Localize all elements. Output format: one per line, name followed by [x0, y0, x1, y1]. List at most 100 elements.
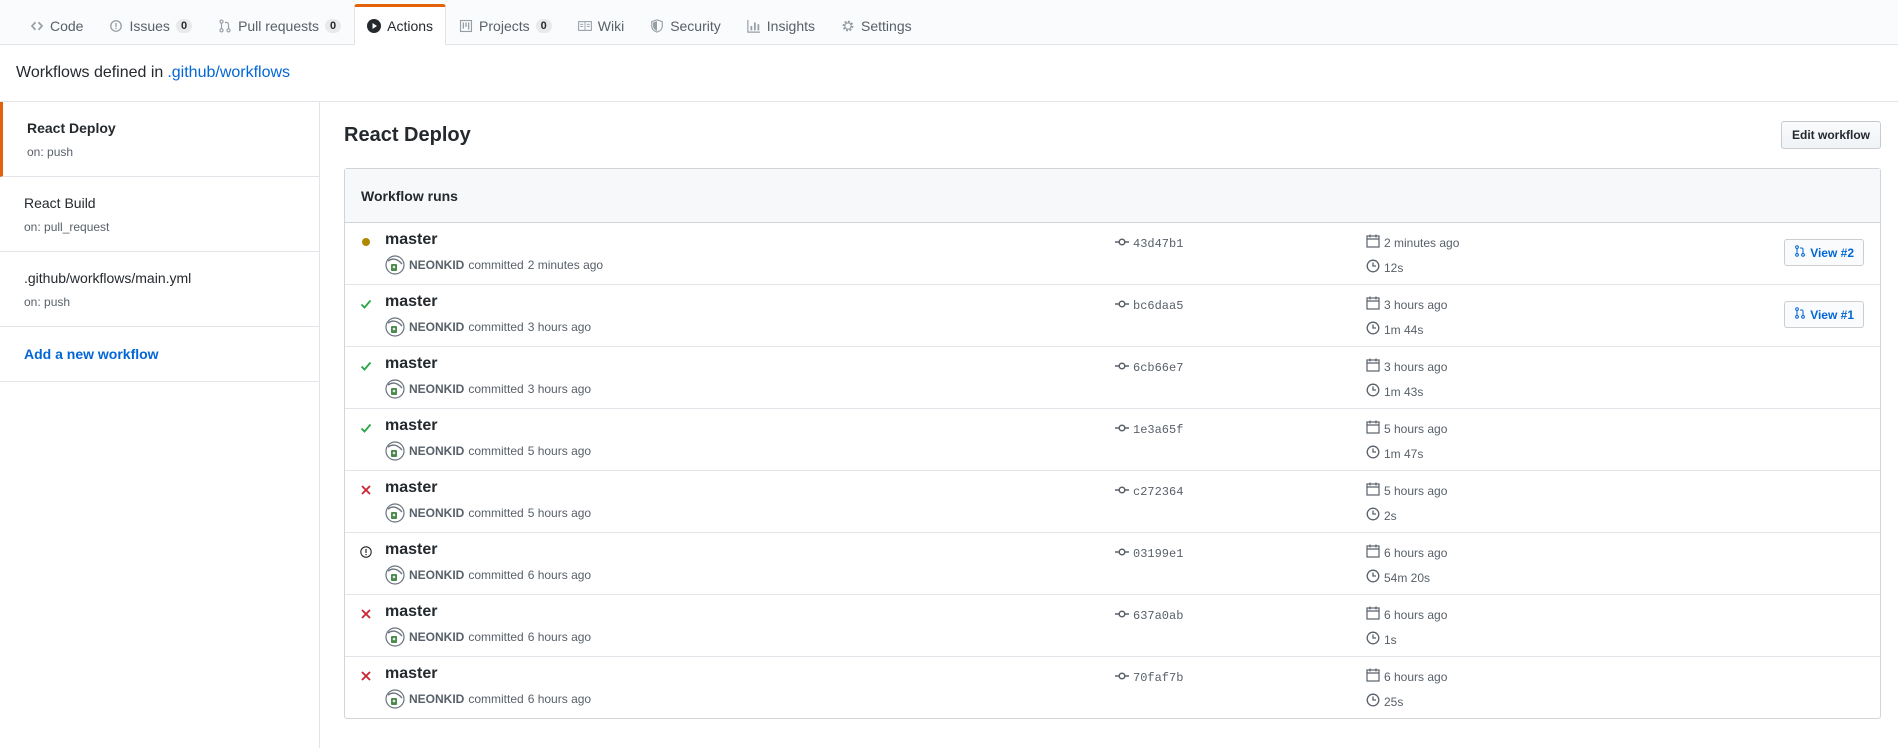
run-started-text: 2 minutes ago [1384, 235, 1460, 250]
committed-ago: 3 hours ago [527, 320, 592, 334]
run-branch[interactable]: master [385, 293, 437, 311]
avatar[interactable] [385, 441, 405, 461]
workflow-run-row[interactable]: master NEONKID committed 3 hours ago 6cb66e7… [345, 347, 1880, 409]
workflow-name: React Deploy [27, 120, 116, 136]
workflow-run-row[interactable]: master NEONKID committed 6 hours ago 70faf7b… [345, 657, 1880, 718]
tab-settings[interactable]: Settings [828, 5, 925, 45]
add-workflow-link[interactable]: Add a new workflow [0, 327, 319, 382]
avatar[interactable] [385, 379, 405, 399]
run-committer: NEONKID committed 5 hours ago [385, 503, 591, 523]
run-author[interactable]: NEONKID [409, 382, 464, 396]
run-branch[interactable]: master [385, 417, 437, 435]
view-pull-request-button[interactable]: View #1 [1784, 301, 1864, 328]
avatar[interactable] [385, 689, 405, 709]
view-pull-request-button[interactable]: View #2 [1784, 239, 1864, 266]
sidebar-item-react-build[interactable]: React Build on: pull_request [0, 177, 319, 252]
tab-code[interactable]: Code [17, 5, 96, 45]
run-duration-text: 25s [1384, 694, 1404, 709]
run-branch[interactable]: master [385, 231, 437, 249]
run-author[interactable]: NEONKID [409, 568, 464, 582]
run-branch[interactable]: master [385, 355, 437, 373]
workflow-main-header: React Deploy Edit workflow [344, 120, 1881, 150]
run-commit-sha[interactable]: 43d47b1 [1115, 235, 1183, 253]
edit-workflow-button[interactable]: Edit workflow [1781, 121, 1881, 149]
avatar[interactable] [385, 255, 405, 275]
workflow-run-row[interactable]: master NEONKID committed 5 hours ago c272364… [345, 471, 1880, 533]
tab-projects[interactable]: Projects 0 [446, 5, 565, 45]
sidebar-item-react-deploy[interactable]: React Deploy on: push [0, 102, 319, 177]
run-committer: NEONKID committed 3 hours ago [385, 379, 591, 399]
run-author[interactable]: NEONKID [409, 444, 464, 458]
run-author[interactable]: NEONKID [409, 506, 464, 520]
avatar[interactable] [385, 317, 405, 337]
run-commit-sha[interactable]: 6cb66e7 [1115, 359, 1183, 377]
workflows-path-link[interactable]: .github/workflows [167, 64, 290, 82]
committed-ago: 6 hours ago [527, 630, 592, 644]
tab-wiki[interactable]: Wiki [565, 5, 637, 45]
commit-icon [1115, 669, 1129, 687]
workflow-trigger: on: push [27, 145, 74, 159]
run-commit-sha[interactable]: c272364 [1115, 483, 1183, 501]
avatar[interactable] [385, 503, 405, 523]
workflow-run-row[interactable]: master NEONKID committed 6 hours ago 637a0ab… [345, 595, 1880, 657]
workflow-run-row[interactable]: master NEONKID committed 2 minutes ago 43d47… [345, 223, 1880, 285]
run-started: 5 hours ago [1366, 420, 1447, 437]
pull-request-icon [1794, 245, 1806, 260]
run-branch[interactable]: master [385, 541, 437, 559]
committed-text: committed [468, 444, 524, 458]
avatar[interactable] [385, 565, 405, 585]
alert-circle-icon [360, 545, 372, 559]
run-started: 3 hours ago [1366, 358, 1447, 375]
run-started: 6 hours ago [1366, 668, 1447, 685]
commit-icon [1115, 607, 1129, 625]
run-branch[interactable]: master [385, 665, 437, 683]
workflow-run-row[interactable]: master NEONKID committed 5 hours ago 1e3a65f… [345, 409, 1880, 471]
run-author[interactable]: NEONKID [409, 692, 464, 706]
run-started: 6 hours ago [1366, 606, 1447, 623]
run-started-text: 5 hours ago [1384, 421, 1448, 436]
run-branch[interactable]: master [385, 603, 437, 621]
workflow-run-row[interactable]: master NEONKID committed 3 hours ago bc6daa5… [345, 285, 1880, 347]
run-started: 3 hours ago [1366, 296, 1447, 313]
committed-ago: 3 hours ago [527, 382, 592, 396]
sidebar-item-main-yml[interactable]: .github/workflows/main.yml on: push [0, 252, 319, 327]
committed-ago: 6 hours ago [527, 568, 592, 582]
run-commit-sha[interactable]: 03199e1 [1115, 545, 1183, 563]
avatar[interactable] [385, 627, 405, 647]
commit-sha-text: 03199e1 [1133, 547, 1184, 561]
commit-sha-text: 1e3a65f [1133, 423, 1184, 437]
run-commit-sha[interactable]: 637a0ab [1115, 607, 1183, 625]
run-duration: 1m 44s [1366, 321, 1423, 338]
tab-label: Security [670, 17, 721, 34]
tab-security[interactable]: Security [637, 5, 734, 45]
tab-actions[interactable]: Actions [354, 4, 447, 45]
run-commit-sha[interactable]: 70faf7b [1115, 669, 1183, 687]
run-started: 6 hours ago [1366, 544, 1447, 561]
run-commit-sha[interactable]: 1e3a65f [1115, 421, 1183, 439]
tab-insights[interactable]: Insights [734, 5, 828, 45]
commit-icon [1115, 297, 1129, 315]
run-duration: 1m 47s [1366, 445, 1423, 462]
tab-label: Code [50, 17, 84, 34]
play-icon [367, 19, 382, 33]
commit-icon [1115, 235, 1129, 253]
run-duration-text: 12s [1384, 260, 1404, 275]
run-committer: NEONKID committed 2 minutes ago [385, 255, 603, 275]
commit-sha-text: bc6daa5 [1133, 299, 1184, 313]
committed-text: committed [468, 568, 524, 582]
tab-pull-requests[interactable]: Pull requests 0 [205, 5, 354, 45]
project-icon [459, 19, 473, 33]
run-author[interactable]: NEONKID [409, 320, 464, 334]
workflow-run-row[interactable]: master NEONKID committed 6 hours ago 03199e1… [345, 533, 1880, 595]
tab-issues[interactable]: Issues 0 [96, 5, 205, 45]
run-started: 5 hours ago [1366, 482, 1447, 499]
x-icon [360, 669, 372, 683]
run-author[interactable]: NEONKID [409, 630, 464, 644]
clock-icon [1366, 693, 1380, 710]
committed-text: committed [468, 258, 524, 272]
commit-sha-text: 6cb66e7 [1133, 361, 1184, 375]
run-author[interactable]: NEONKID [409, 258, 464, 272]
run-commit-sha[interactable]: bc6daa5 [1115, 297, 1183, 315]
committed-ago: 5 hours ago [527, 506, 592, 520]
run-branch[interactable]: master [385, 479, 437, 497]
